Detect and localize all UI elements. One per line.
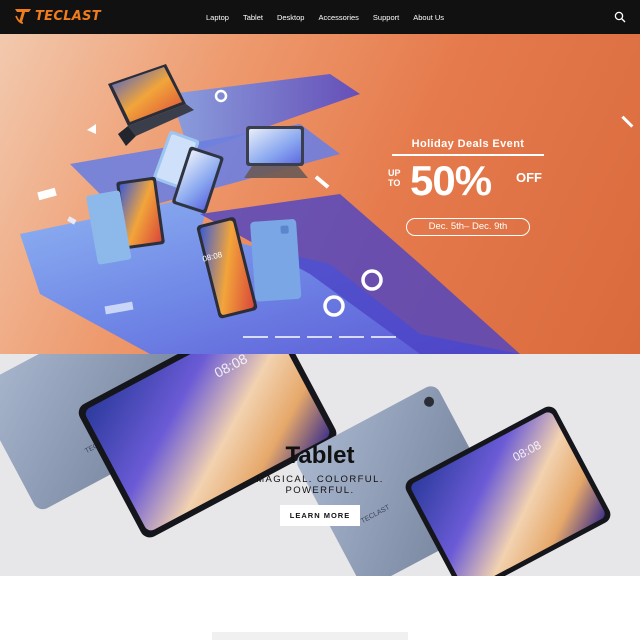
content-section [0, 576, 640, 640]
nav-item-accessories[interactable]: Accessories [318, 13, 358, 22]
promo-block: Holiday Deals Event UP TO 50% OFF Dec. 5… [388, 138, 548, 236]
main-nav: Laptop Tablet Desktop Accessories Suppor… [206, 0, 444, 34]
nav-item-about-us[interactable]: About Us [413, 13, 444, 22]
carousel-dot-4[interactable] [339, 336, 364, 338]
tablet-banner-title: Tablet [285, 442, 355, 469]
promo-offer: UP TO 50% OFF [388, 158, 548, 208]
promo-divider [392, 154, 544, 156]
nav-item-tablet[interactable]: Tablet [243, 13, 263, 22]
carousel-dot-1[interactable] [243, 336, 268, 338]
promo-title: Holiday Deals Event [411, 138, 525, 150]
carousel-dot-5[interactable] [371, 336, 396, 338]
brand-logo[interactable]: TECLAST [14, 8, 101, 24]
nav-item-desktop[interactable]: Desktop [277, 13, 305, 22]
brand-name: TECLAST [35, 8, 101, 24]
section-placeholder-bar [212, 632, 408, 640]
teclast-logo-icon [15, 9, 31, 24]
promo-up-to: UP TO [388, 168, 401, 188]
promo-to-text: TO [388, 178, 401, 188]
nav-item-support[interactable]: Support [373, 13, 399, 22]
carousel-dot-2[interactable] [275, 336, 300, 338]
carousel-dot-3[interactable] [307, 336, 332, 338]
learn-more-button[interactable]: LEARN MORE [280, 505, 360, 526]
promo-percent: 50% [410, 157, 492, 204]
tablet-banner: TECLAST 08:08 TECLAST 08:08 Tablet MAGIC… [0, 354, 640, 576]
promo-up-text: UP [388, 168, 401, 178]
site-header: TECLAST Laptop Tablet Desktop Accessorie… [0, 0, 640, 34]
promo-off: OFF [516, 170, 542, 185]
hero-banner[interactable]: 08:08 Holiday Deals Event UP TO 50% OFF … [0, 34, 640, 354]
carousel-indicators [243, 336, 396, 338]
tablet-banner-tagline: MAGICAL. COLORFUL. POWERFUL. [256, 474, 384, 496]
search-icon[interactable] [614, 11, 626, 23]
nav-item-laptop[interactable]: Laptop [206, 13, 229, 22]
promo-dates: Dec. 5th– Dec. 9th [406, 218, 530, 236]
tablet-banner-copy: Tablet MAGICAL. COLORFUL. POWERFUL. LEAR… [220, 442, 420, 526]
